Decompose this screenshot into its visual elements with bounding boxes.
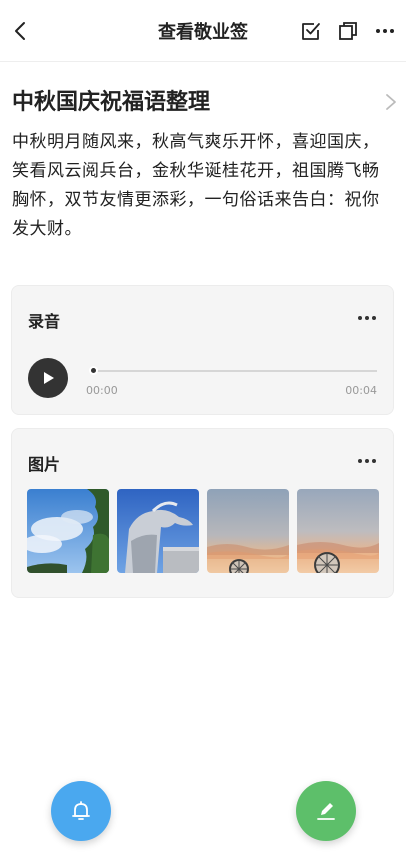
image-thumbnail-sculpture[interactable] <box>117 489 199 573</box>
more-dots-icon <box>358 316 376 320</box>
chevron-right-icon <box>386 94 396 110</box>
more-dots-icon <box>376 29 394 33</box>
audio-more-button[interactable] <box>355 306 379 330</box>
audio-current-time: 00:00 <box>86 384 118 397</box>
page-title: 查看敬业签 <box>158 21 248 43</box>
top-bar: 查看敬业签 <box>0 0 406 62</box>
image-thumbnails <box>27 489 379 573</box>
back-chevron-icon <box>15 22 25 40</box>
play-button[interactable] <box>28 358 68 398</box>
images-card: 图片 <box>11 428 394 598</box>
copy-icon <box>339 22 357 40</box>
more-button[interactable] <box>370 16 400 46</box>
checklist-button[interactable] <box>296 16 326 46</box>
images-more-button[interactable] <box>355 449 379 473</box>
copy-button[interactable] <box>333 16 363 46</box>
bell-icon <box>72 801 90 820</box>
images-card-title: 图片 <box>28 455 61 474</box>
note-title-row[interactable]: 中秋国庆祝福语整理 <box>12 86 398 120</box>
image-thumbnail-sunset-2[interactable] <box>297 489 379 573</box>
note-title: 中秋国庆祝福语整理 <box>12 90 211 115</box>
note-body: 中秋明月随风来，秋高气爽乐开怀，喜迎国庆，笑看风云阅兵台，金秋华诞桂花开，祖国腾… <box>12 132 380 239</box>
image-thumbnail-sunset-1[interactable] <box>207 489 289 573</box>
image-thumbnail-sky-trees[interactable] <box>27 489 109 573</box>
audio-total-time: 00:04 <box>345 384 377 397</box>
audio-progress-track[interactable] <box>92 370 377 372</box>
audio-card-title: 录音 <box>28 312 61 331</box>
audio-progress-handle[interactable] <box>89 366 98 375</box>
play-icon <box>44 372 54 384</box>
pencil-icon <box>317 803 335 820</box>
edit-button[interactable] <box>296 781 356 841</box>
more-dots-icon <box>358 459 376 463</box>
audio-card: 录音 00:00 00:04 <box>11 285 394 415</box>
checkbox-icon <box>302 23 320 40</box>
back-button[interactable] <box>6 16 36 46</box>
reminder-button[interactable] <box>51 781 111 841</box>
